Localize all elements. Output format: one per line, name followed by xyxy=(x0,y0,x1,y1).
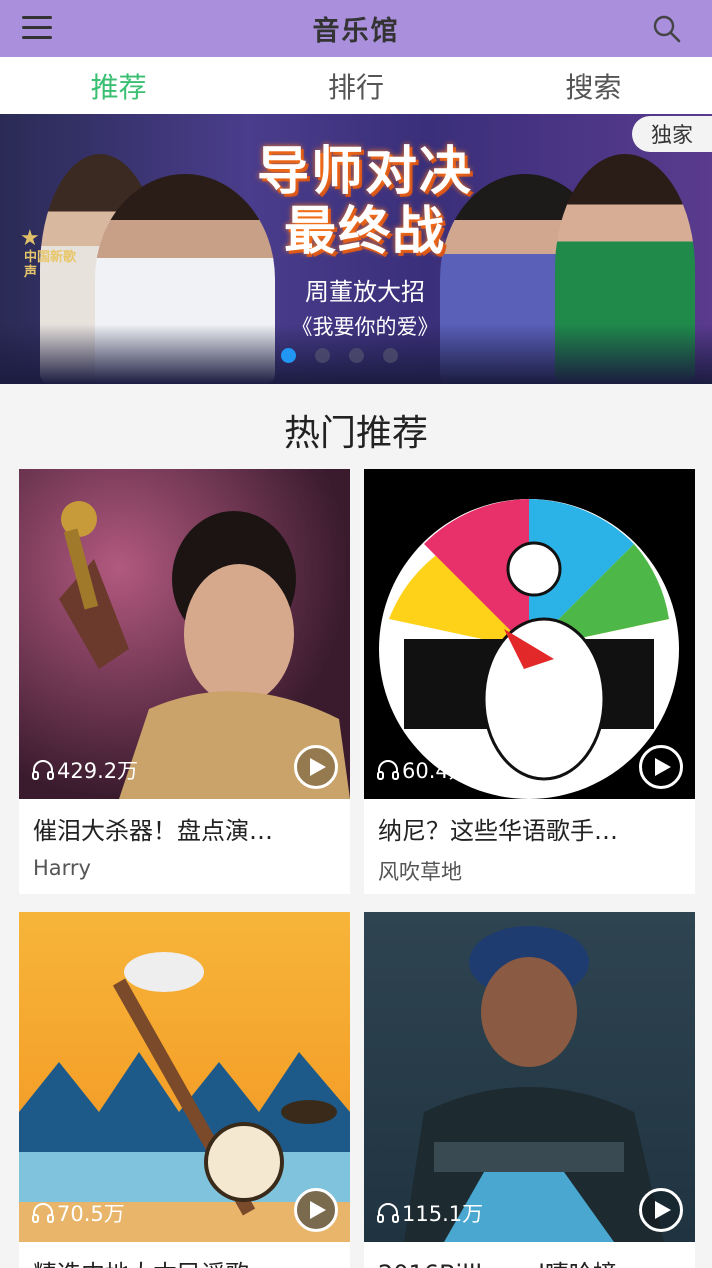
music-app: 音乐馆 推荐 排行 搜索 ★ 中国新歌声 导师对决 最终战 周董放大招 《我要你… xyxy=(0,0,712,1268)
headphones-icon xyxy=(32,1203,54,1223)
play-count: 70.5万 xyxy=(31,1198,125,1228)
playlist-cover: 429.2万 xyxy=(19,469,350,799)
playlist-cover: 115.1万 xyxy=(364,912,695,1242)
carousel-dots xyxy=(281,348,398,363)
show-logo-text: 中国新歌声 xyxy=(24,250,77,280)
show-logo: ★ 中国新歌声 xyxy=(18,226,90,288)
headphones-icon xyxy=(377,760,399,780)
banner-carousel[interactable]: ★ 中国新歌声 导师对决 最终战 周董放大招 《我要你的爱》 独家 xyxy=(0,114,712,384)
playlist-card[interactable]: 429.2万 催泪大杀器！盘点演… Harry xyxy=(19,469,350,894)
tab-bar: 推荐 排行 搜索 xyxy=(0,57,712,114)
play-icon[interactable] xyxy=(639,1188,683,1232)
playlist-title: 纳尼？这些华语歌手… xyxy=(378,817,618,845)
banner-headline-line2: 最终战 xyxy=(283,202,446,262)
playlist-title: 2016Billboard嘻哈榜 xyxy=(364,1242,695,1268)
playlist-author: Harry xyxy=(33,856,91,880)
top-bar: 音乐馆 xyxy=(0,0,712,57)
menu-icon[interactable] xyxy=(22,16,52,40)
playlist-cover: 60.4万 xyxy=(364,469,695,799)
exclusive-badge: 独家 xyxy=(632,116,712,152)
play-icon[interactable] xyxy=(639,745,683,789)
tab-ranking[interactable]: 排行 xyxy=(237,57,474,114)
tab-search[interactable]: 搜索 xyxy=(475,57,712,114)
play-count-text: 70.5万 xyxy=(57,1202,125,1226)
section-title: 热门推荐 xyxy=(283,413,428,454)
banner-headline-line1: 导师对决 xyxy=(256,142,473,202)
headphones-icon xyxy=(377,1203,399,1223)
headphones-icon xyxy=(32,760,54,780)
playlist-card[interactable]: 70.5万 精选内地大本民谣歌 xyxy=(19,912,350,1268)
carousel-dot[interactable] xyxy=(349,348,364,363)
tab-recommend[interactable]: 推荐 xyxy=(0,57,237,114)
playlist-cover: 70.5万 xyxy=(19,912,350,1242)
page-title: 音乐馆 xyxy=(312,16,400,47)
playlist-title: 精选内地大本民谣歌 xyxy=(19,1242,350,1268)
play-count-text: 429.2万 xyxy=(57,759,139,783)
playlist-author: 风吹草地 xyxy=(378,860,462,884)
playlist-card[interactable]: 60.4万 纳尼？这些华语歌手… 风吹草地 xyxy=(364,469,695,894)
play-icon[interactable] xyxy=(294,745,338,789)
play-count: 429.2万 xyxy=(31,755,138,785)
search-icon[interactable] xyxy=(652,14,682,44)
carousel-dot[interactable] xyxy=(315,348,330,363)
banner-headline: 导师对决 最终战 周董放大招 《我要你的爱》 xyxy=(245,142,485,341)
star-icon: ★ xyxy=(20,226,40,251)
banner-subtitle-2: 《我要你的爱》 xyxy=(291,315,439,339)
carousel-dot[interactable] xyxy=(383,348,398,363)
banner-subtitle-1: 周董放大招 xyxy=(305,278,425,306)
carousel-dot[interactable] xyxy=(281,348,296,363)
play-icon[interactable] xyxy=(294,1188,338,1232)
play-count: 115.1万 xyxy=(376,1198,483,1228)
playlist-title: 催泪大杀器！盘点演… xyxy=(33,817,273,845)
play-count-text: 60.4万 xyxy=(402,759,470,783)
play-count-text: 115.1万 xyxy=(402,1202,484,1226)
playlist-card[interactable]: 115.1万 2016Billboard嘻哈榜 xyxy=(364,912,695,1268)
play-count: 60.4万 xyxy=(376,755,470,785)
